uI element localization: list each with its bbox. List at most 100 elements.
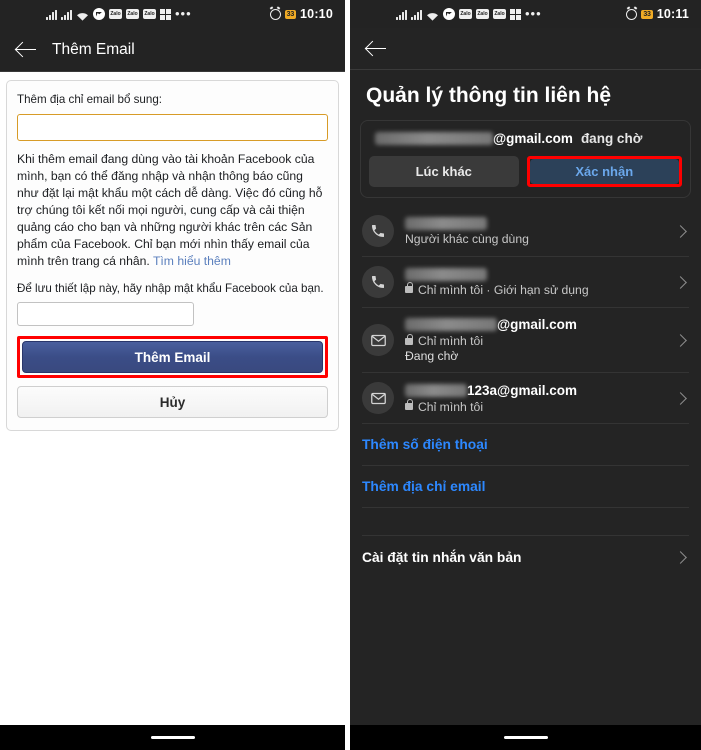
zalo-icon-3: Zalo: [143, 9, 156, 19]
contact-list: Người khác cùng dùng Chỉ mình tôi · Giới…: [350, 206, 701, 579]
contact-subtitle: Chỉ mình tôi: [405, 399, 665, 414]
zalo-icon-2: Zalo: [476, 9, 489, 19]
momo-icon: [510, 8, 521, 20]
page-title: Thêm Email: [52, 40, 135, 58]
left-nav-bar: [0, 725, 345, 750]
right-status-bar: Zalo Zalo Zalo ••• 33 10:11: [350, 0, 701, 28]
pending-email-card: @gmail.com đang chờ Lúc khác Xác nhận: [360, 120, 691, 198]
contact-value: [405, 267, 665, 281]
wifi-icon: [76, 9, 89, 21]
cancel-button[interactable]: Hủy: [17, 386, 328, 418]
status-bar-right: 33 10:11: [626, 7, 689, 21]
contact-subtitle: Chỉ mình tôi · Giới hạn sử dụng: [405, 282, 665, 297]
signal-icon: [396, 9, 407, 20]
zalo-icon-1: Zalo: [109, 9, 122, 19]
list-spacer: [362, 508, 689, 536]
zalo-icon-1: Zalo: [459, 9, 472, 19]
status-bar-icons: Zalo Zalo Zalo •••: [46, 6, 192, 21]
envelope-icon: [362, 382, 394, 414]
chevron-right-icon: [674, 275, 687, 289]
left-screen: Zalo Zalo Zalo ••• 33 10:10 Thêm Email T…: [0, 0, 345, 750]
sms-settings-row[interactable]: Cài đặt tin nhắn văn bản: [362, 536, 689, 579]
add-email-button[interactable]: Thêm Email: [22, 341, 323, 373]
contact-row-email-pending[interactable]: @gmail.com Chỉ mình tôi Đang chờ: [362, 308, 689, 373]
later-button[interactable]: Lúc khác: [369, 156, 519, 187]
masked-phone-redaction: [405, 216, 487, 230]
contact-subtitle-text: Chỉ mình tôi · Giới hạn sử dụng: [418, 282, 589, 297]
lock-icon: [405, 282, 414, 293]
add-phone-link[interactable]: Thêm số điện thoại: [362, 424, 689, 466]
contact-value: [405, 216, 665, 230]
masked-email-redaction: [405, 383, 467, 397]
email-input[interactable]: [17, 114, 328, 141]
contact-value-text: 123a@gmail.com: [467, 382, 577, 398]
home-indicator[interactable]: [150, 736, 195, 739]
momo-icon: [160, 8, 171, 20]
contact-page-title: Quản lý thông tin liên hệ: [366, 84, 611, 107]
confirm-button[interactable]: Xác nhận: [529, 159, 679, 184]
pending-status-text: đang chờ: [580, 131, 643, 146]
signal-icon: [46, 9, 57, 20]
right-nav-bar: [350, 725, 701, 750]
sms-settings-label: Cài đặt tin nhắn văn bản: [362, 550, 522, 565]
add-email-card: Thêm địa chỉ email bổ sung: Khi thêm ema…: [6, 80, 339, 431]
masked-phone-redaction: [405, 267, 487, 281]
envelope-icon: [362, 324, 394, 356]
password-prompt: Để lưu thiết lập này, hãy nhập mật khẩu …: [17, 282, 324, 295]
contact-row-email-private[interactable]: 123a@gmail.com Chỉ mình tôi: [362, 373, 689, 424]
chevron-right-icon: [674, 391, 687, 405]
zalo-icon-3: Zalo: [493, 9, 506, 19]
battery-icon: 33: [284, 9, 297, 19]
signal-icon-2: [411, 9, 422, 20]
status-bar-icons-right: Zalo Zalo Zalo •••: [396, 6, 542, 21]
contact-subtitle-text: Người khác cùng dùng: [405, 231, 529, 246]
battery-icon: 33: [641, 9, 653, 19]
phone-icon: [362, 215, 394, 247]
messenger-icon: [443, 8, 455, 20]
signal-icon-2: [61, 9, 72, 20]
contact-row-content: @gmail.com Chỉ mình tôi Đang chờ: [405, 317, 665, 363]
alarm-icon: [626, 8, 638, 20]
chevron-right-icon: [674, 333, 687, 347]
submit-highlight-box: Thêm Email: [17, 336, 328, 378]
contact-row-content: Người khác cùng dùng: [405, 216, 665, 246]
alarm-icon: [269, 8, 281, 20]
masked-email-redaction: [405, 318, 497, 331]
status-bar-right: 33 10:10: [269, 7, 333, 21]
phone-icon: [362, 266, 394, 298]
chevron-right-icon: [674, 551, 687, 564]
left-topbar: Thêm Email: [0, 28, 345, 72]
back-arrow-icon[interactable]: [366, 40, 388, 58]
add-email-link[interactable]: Thêm địa chỉ email: [362, 466, 689, 508]
more-icon: •••: [525, 6, 542, 21]
lock-icon: [405, 333, 414, 345]
more-icon: •••: [175, 6, 192, 21]
contact-subtitle: Chỉ mình tôi: [405, 333, 665, 348]
email-field-label: Thêm địa chỉ email bổ sung:: [17, 93, 162, 106]
pending-email-text: @gmail.com: [493, 131, 573, 146]
pending-email-actions: Lúc khác Xác nhận: [369, 156, 682, 187]
contact-value: 123a@gmail.com: [405, 383, 665, 398]
zalo-icon-2: Zalo: [126, 9, 139, 19]
pending-email-row: @gmail.com đang chờ: [369, 131, 682, 156]
contact-row-phone-shared[interactable]: Người khác cùng dùng: [362, 206, 689, 257]
contact-subtitle-text: Chỉ mình tôi: [418, 334, 484, 348]
contact-row-phone-private[interactable]: Chỉ mình tôi · Giới hạn sử dụng: [362, 257, 689, 308]
home-indicator[interactable]: [503, 736, 548, 739]
contact-value: @gmail.com: [405, 317, 665, 332]
confirm-highlight-box: Xác nhận: [526, 156, 682, 187]
messenger-icon: [93, 8, 105, 20]
learn-more-link[interactable]: Tìm hiểu thêm: [153, 254, 231, 268]
contact-row-content: Chỉ mình tôi · Giới hạn sử dụng: [405, 267, 665, 297]
wifi-icon: [426, 9, 439, 21]
left-status-bar: Zalo Zalo Zalo ••• 33 10:10: [0, 0, 345, 28]
back-arrow-icon[interactable]: [16, 41, 38, 59]
chevron-right-icon: [674, 224, 687, 238]
status-bar-clock: 10:11: [656, 7, 689, 21]
contact-subtitle-text: Chỉ mình tôi: [418, 399, 484, 414]
password-input[interactable]: [17, 302, 195, 326]
contact-subtitle: Người khác cùng dùng: [405, 232, 665, 246]
contact-value-text: @gmail.com: [497, 317, 577, 332]
contact-pending-status: Đang chờ: [405, 349, 459, 363]
status-bar-clock: 10:10: [300, 7, 333, 21]
